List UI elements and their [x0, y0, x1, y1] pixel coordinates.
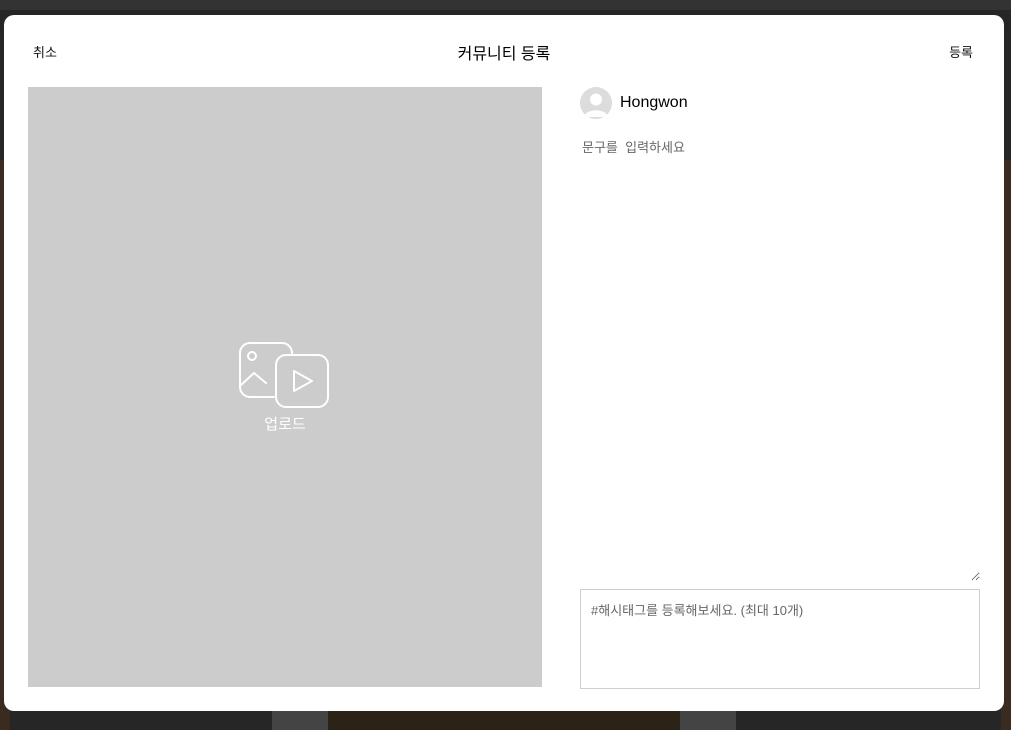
avatar	[580, 87, 612, 119]
author-username: Hongwon	[620, 94, 688, 111]
modal-title: 커뮤니티 등록	[457, 46, 551, 63]
post-create-modal: 취소 커뮤니티 등록 등록 업로드 Hongwon 문구를 입력하세요 #해시태…	[4, 15, 1004, 711]
modal-header: 취소 커뮤니티 등록 등록	[4, 15, 1004, 85]
media-upload-area[interactable]: 업로드	[28, 87, 542, 687]
background-bottom-block	[272, 710, 328, 730]
default-avatar-icon	[580, 87, 612, 119]
upload-label: 업로드	[264, 416, 306, 433]
hashtag-input[interactable]	[580, 589, 980, 689]
post-form-panel: Hongwon	[580, 87, 980, 691]
background-strip	[0, 0, 1011, 10]
caption-textarea[interactable]	[580, 131, 980, 581]
image-video-upload-icon	[239, 342, 329, 408]
upload-button[interactable]: 업로드	[238, 339, 332, 439]
background-bottom-block	[680, 710, 736, 730]
submit-button[interactable]: 등록	[949, 42, 973, 61]
background-bottom-block	[328, 710, 680, 730]
author-profile: Hongwon	[580, 87, 688, 119]
